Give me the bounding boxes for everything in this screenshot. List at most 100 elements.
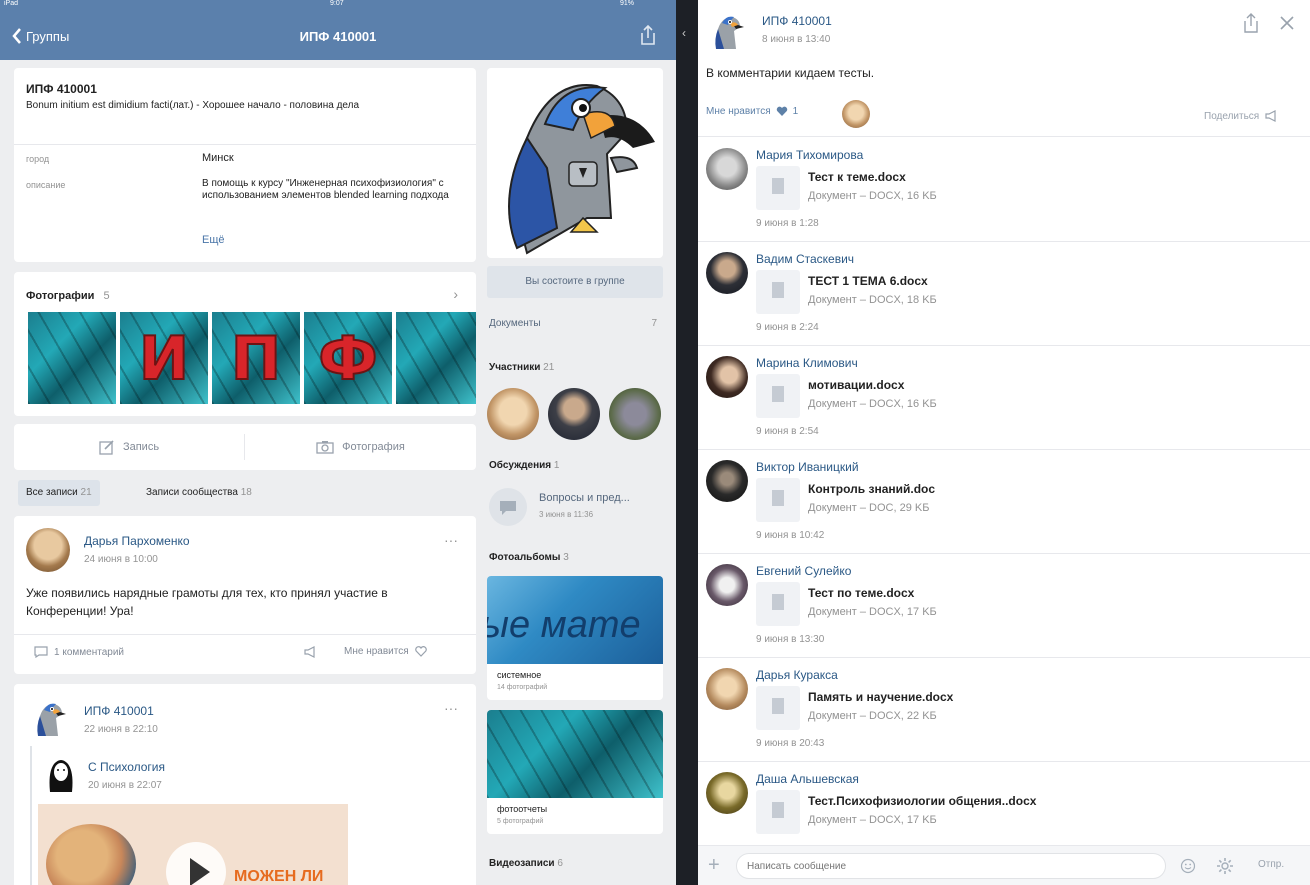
post-time: 24 июня в 10:00 [84, 554, 158, 565]
comment-author[interactable]: Дарья Куракса [756, 668, 838, 682]
play-button[interactable] [166, 842, 226, 885]
document-icon[interactable] [756, 582, 800, 626]
avatar[interactable] [706, 668, 748, 710]
post-author[interactable]: ИПФ 410001 [762, 14, 832, 28]
compose-actions: Запись Фотография [14, 424, 476, 470]
megaphone-icon [1265, 110, 1276, 122]
document-icon[interactable] [756, 270, 800, 314]
comment-author[interactable]: Виктор Иваницкий [756, 460, 859, 474]
avatar[interactable] [706, 460, 748, 502]
more-link[interactable]: Ещё [202, 234, 225, 246]
avatar[interactable] [44, 752, 78, 794]
comments-button[interactable]: 1 комментарий [34, 646, 124, 658]
photo-tile[interactable] [396, 312, 476, 404]
camera-icon [316, 441, 334, 454]
repost-author-row[interactable]: С Психология [88, 760, 165, 774]
discussion-item[interactable]: Вопросы и пред... 3 июня в 11:36 [487, 486, 663, 530]
parrot-mascot-icon[interactable] [487, 68, 663, 258]
new-post-label: Запись [122, 441, 160, 453]
document-icon[interactable] [756, 374, 800, 418]
member-avatar[interactable] [487, 388, 539, 440]
comment-author[interactable]: Марина Климович [756, 356, 858, 370]
avatar[interactable] [706, 356, 748, 398]
avatar[interactable] [708, 10, 748, 52]
split-divider[interactable]: ‹ [676, 0, 698, 885]
share-icon[interactable] [638, 24, 658, 46]
document-name[interactable]: Тест.Психофизиологии общения..docx [808, 794, 1036, 808]
photo-letter: Ф [317, 323, 379, 395]
chevron-left-icon[interactable]: ‹ [682, 26, 692, 42]
member-status-button[interactable]: Вы состоите в группе [487, 266, 663, 298]
avatar[interactable] [706, 148, 748, 190]
like-button[interactable]: Мне нравится [344, 646, 427, 657]
smile-icon[interactable] [1180, 858, 1196, 874]
video-thumbnail[interactable]: МОЖЕН ЛИ [38, 804, 348, 885]
album-card[interactable]: фотоотчеты 5 фотографий [487, 710, 663, 834]
album-card[interactable]: ые мате системное 14 фотографий [487, 576, 663, 700]
document-name[interactable]: Контроль знаний.doc [808, 482, 935, 496]
comment-author[interactable]: Евгений Сулейко [756, 564, 851, 578]
tab-all-posts[interactable]: Все записи 21 [18, 480, 100, 506]
document-icon[interactable] [756, 790, 800, 834]
description-value: В помощь к курсу "Инженерная психофизиол… [202, 178, 449, 201]
gear-icon[interactable] [1216, 857, 1234, 875]
avatar[interactable] [706, 564, 748, 606]
album-title: фотоотчеты [497, 804, 548, 814]
comments-label: 1 комментарий [54, 646, 124, 658]
document-name[interactable]: Тест по теме.docx [808, 586, 914, 600]
document-name[interactable]: ТЕСТ 1 ТЕМА 6.docx [808, 274, 928, 288]
document-name[interactable]: мотивации.docx [808, 378, 904, 392]
discussions-header[interactable]: Обсуждения 1 [489, 460, 559, 471]
avatar[interactable] [706, 252, 748, 294]
post-text: В комментарии кидаем тесты. [706, 66, 875, 80]
videos-header[interactable]: Видеозаписи 6 [489, 858, 563, 869]
member-avatar[interactable] [548, 388, 600, 440]
photo-tile[interactable] [28, 312, 116, 404]
wall-post: ИПФ 410001 22 июня в 22:10 ··· С Психоло… [14, 684, 476, 885]
member-avatar[interactable] [609, 388, 661, 440]
document-name[interactable]: Память и научение.docx [808, 690, 953, 704]
comment-time: 9 июня в 2:54 [756, 426, 819, 437]
more-icon[interactable]: ··· [444, 532, 458, 548]
photo-tile[interactable]: И [120, 312, 208, 404]
photos-header[interactable]: Фотографии 5 [26, 290, 110, 302]
repost-bar [30, 746, 32, 885]
plus-icon[interactable]: + [708, 854, 720, 876]
megaphone-icon[interactable] [304, 646, 318, 658]
city-value: Минск [202, 152, 234, 164]
members-header[interactable]: Участники 21 [489, 362, 554, 373]
status-clock: 9:07 [330, 0, 344, 7]
photo-tile[interactable]: П [212, 312, 300, 404]
wall-post: Дарья Пархоменко 24 июня в 10:00 ··· Уже… [14, 516, 476, 674]
tab-community-posts[interactable]: Записи сообщества 18 [146, 480, 252, 506]
discussion-title: Вопросы и пред... [539, 492, 630, 504]
post-author[interactable]: ИПФ 410001 [84, 704, 154, 718]
comment-author[interactable]: Вадим Стаскевич [756, 252, 854, 266]
send-button[interactable]: Отпр. [1258, 859, 1284, 870]
chevron-right-icon[interactable]: › [453, 286, 458, 302]
parrot-logo-icon [715, 16, 744, 49]
message-input[interactable] [736, 853, 1166, 879]
document-name[interactable]: Тест к теме.docx [808, 170, 906, 184]
close-icon[interactable] [1280, 16, 1294, 30]
comment-author[interactable]: Даша Альшевская [756, 772, 859, 786]
message-composer: + Отпр. [698, 845, 1310, 885]
avatar[interactable] [706, 772, 748, 814]
document-icon[interactable] [756, 478, 800, 522]
new-post-button[interactable]: Запись [14, 424, 244, 470]
post-author[interactable]: Дарья Пархоменко [84, 534, 190, 548]
document-icon[interactable] [756, 166, 800, 210]
liker-avatar[interactable] [842, 100, 870, 128]
share-icon[interactable] [1242, 12, 1260, 34]
share-button[interactable]: Поделиться [1204, 110, 1279, 122]
albums-header[interactable]: Фотоальбомы 3 [489, 552, 569, 563]
new-photo-button[interactable]: Фотография [245, 424, 476, 470]
photo-tile[interactable]: Ф [304, 312, 392, 404]
avatar[interactable] [30, 698, 70, 738]
like-button[interactable]: Мне нравится 1 [706, 106, 798, 117]
documents-row[interactable]: Документы 7 [489, 318, 661, 329]
avatar[interactable] [26, 528, 70, 572]
more-icon[interactable]: ··· [444, 700, 458, 716]
document-icon[interactable] [756, 686, 800, 730]
comment-author[interactable]: Мария Тихомирова [756, 148, 863, 162]
